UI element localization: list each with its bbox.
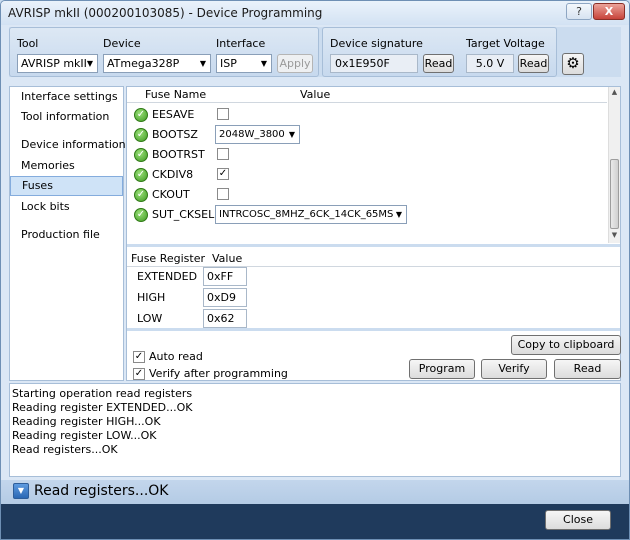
fuse-checkbox-ckdiv8[interactable]: ✓ bbox=[217, 168, 229, 180]
sidebar-item-lock-bits[interactable]: Lock bits bbox=[10, 197, 123, 217]
chevron-down-icon: ▼ bbox=[199, 59, 206, 68]
log-line: Read registers...OK bbox=[12, 443, 118, 456]
output-log: Starting operation read registers Readin… bbox=[9, 383, 621, 477]
register-name-extended: EXTENDED bbox=[137, 270, 198, 283]
register-value-low[interactable]: 0x62 bbox=[203, 309, 247, 328]
signature-voltage-group: Device signature 0x1E950F Read Target Vo… bbox=[322, 27, 557, 77]
sidebar-item-tool-information[interactable]: Tool information bbox=[10, 107, 123, 127]
auto-read-checkbox[interactable]: ✓ Auto read bbox=[133, 350, 213, 364]
register-name-column: Fuse Register bbox=[131, 252, 205, 265]
check-ok-icon: ✓ bbox=[134, 168, 148, 182]
signature-read-button[interactable]: Read bbox=[423, 54, 454, 73]
sidebar-item-interface-settings[interactable]: Interface settings bbox=[10, 87, 123, 107]
verify-after-checkbox[interactable]: ✓ Verify after programming bbox=[133, 367, 288, 381]
verify-after-check[interactable]: ✓ bbox=[133, 368, 145, 380]
check-ok-icon: ✓ bbox=[134, 188, 148, 202]
scrollbar-thumb[interactable] bbox=[610, 159, 619, 229]
device-label: Device bbox=[103, 37, 141, 50]
fuse-row-sut-cksel: ✓ SUT_CKSEL INTRCOSC_8MHZ_6CK_14CK_65MS ▼ bbox=[127, 205, 607, 225]
close-button[interactable]: Close bbox=[545, 510, 611, 530]
read-button[interactable]: Read bbox=[554, 359, 621, 379]
sidebar-item-device-information[interactable]: Device information bbox=[10, 135, 126, 155]
fuse-row-ckout: ✓ CKOUT bbox=[127, 185, 607, 205]
device-select[interactable]: ATmega328P ▼ bbox=[103, 54, 211, 73]
scroll-up-icon[interactable]: ▲ bbox=[610, 88, 619, 98]
expand-toggle-icon[interactable]: ▼ bbox=[13, 483, 29, 499]
fuse-checkbox-bootrst[interactable] bbox=[217, 148, 229, 160]
register-name-high: HIGH bbox=[137, 291, 166, 304]
fuse-table-header: Fuse Name Value bbox=[127, 87, 607, 103]
title-bar: AVRISP mkII (000200103085) - Device Prog… bbox=[1, 1, 629, 25]
register-value-high[interactable]: 0xD9 bbox=[203, 288, 247, 307]
fuse-row-eesave: ✓ EESAVE bbox=[127, 105, 607, 125]
log-line: Reading register LOW...OK bbox=[12, 429, 157, 442]
help-button[interactable]: ? bbox=[566, 3, 592, 20]
sidebar: Interface settings Tool information Devi… bbox=[9, 86, 126, 381]
sidebar-item-fuses[interactable]: Fuses bbox=[10, 176, 123, 196]
interface-select[interactable]: ISP ▼ bbox=[216, 54, 272, 73]
register-value-extended[interactable]: 0xFF bbox=[203, 267, 247, 286]
tool-device-group: Tool AVRISP mkII ▼ Device ATmega328P ▼ Int… bbox=[9, 27, 319, 77]
fuse-scrollbar[interactable]: ▲ ▼ bbox=[608, 87, 620, 243]
check-ok-icon: ✓ bbox=[134, 148, 148, 162]
register-table-header: Fuse Register Value bbox=[127, 251, 620, 267]
signature-value: 0x1E950F bbox=[330, 54, 418, 73]
fuse-name-column: Fuse Name bbox=[145, 88, 207, 101]
tool-select[interactable]: AVRISP mkII ▼ bbox=[17, 54, 98, 73]
check-ok-icon: ✓ bbox=[134, 208, 148, 222]
signature-label: Device signature bbox=[330, 37, 423, 50]
apply-button[interactable]: Apply bbox=[277, 54, 313, 73]
fuse-row-ckdiv8: ✓ CKDIV8 ✓ bbox=[127, 165, 607, 185]
status-text: Read registers...OK bbox=[34, 483, 169, 499]
auto-read-check[interactable]: ✓ bbox=[133, 351, 145, 363]
register-value-column: Value bbox=[212, 252, 243, 265]
chevron-down-icon: ▼ bbox=[395, 210, 402, 219]
status-bar: ▼ Read registers...OK bbox=[1, 480, 629, 504]
dialog-footer: Close bbox=[1, 504, 629, 539]
sidebar-item-production-file[interactable]: Production file bbox=[10, 225, 123, 245]
panel-divider bbox=[127, 328, 620, 331]
fuse-checkbox-ckout[interactable] bbox=[217, 188, 229, 200]
gear-icon[interactable]: ⚙ bbox=[562, 53, 584, 75]
scroll-down-icon[interactable]: ▼ bbox=[610, 231, 619, 241]
voltage-value: 5.0 V bbox=[466, 54, 514, 73]
window-close-button[interactable]: X bbox=[593, 3, 625, 20]
voltage-label: Target Voltage bbox=[466, 37, 545, 50]
log-line: Reading register HIGH...OK bbox=[12, 415, 161, 428]
chevron-down-icon: ▼ bbox=[288, 130, 295, 139]
log-line: Reading register EXTENDED...OK bbox=[12, 401, 193, 414]
fuse-row-bootsz: ✓ BOOTSZ 2048W_3800 ▼ bbox=[127, 125, 607, 145]
fuse-select-sut-cksel[interactable]: INTRCOSC_8MHZ_6CK_14CK_65MS ▼ bbox=[215, 205, 407, 224]
window-title: AVRISP mkII (000200103085) - Device Prog… bbox=[8, 6, 323, 20]
interface-label: Interface bbox=[216, 37, 266, 50]
chevron-down-icon: ▼ bbox=[86, 59, 93, 68]
chevron-down-icon: ▼ bbox=[260, 59, 267, 68]
copy-to-clipboard-button[interactable]: Copy to clipboard bbox=[511, 335, 621, 355]
fuse-select-bootsz[interactable]: 2048W_3800 ▼ bbox=[215, 125, 300, 144]
voltage-read-button[interactable]: Read bbox=[518, 54, 549, 73]
tool-label: Tool bbox=[17, 37, 39, 50]
verify-button[interactable]: Verify bbox=[481, 359, 547, 379]
fuse-checkbox-eesave[interactable] bbox=[217, 108, 229, 120]
panel-divider bbox=[127, 244, 620, 247]
device-programming-window: AVRISP mkII (000200103085) - Device Prog… bbox=[0, 0, 630, 540]
check-ok-icon: ✓ bbox=[134, 108, 148, 122]
sidebar-item-memories[interactable]: Memories bbox=[10, 156, 123, 176]
check-ok-icon: ✓ bbox=[134, 128, 148, 142]
fuses-panel: Fuse Name Value ✓ EESAVE ✓ BOOTSZ 2048W_… bbox=[126, 86, 621, 381]
program-button[interactable]: Program bbox=[409, 359, 475, 379]
fuse-value-column: Value bbox=[300, 88, 331, 101]
log-line: Starting operation read registers bbox=[12, 387, 193, 400]
toolbar: Tool AVRISP mkII ▼ Device ATmega328P ▼ Int… bbox=[9, 27, 621, 77]
fuse-row-bootrst: ✓ BOOTRST bbox=[127, 145, 607, 165]
register-name-low: LOW bbox=[137, 312, 163, 325]
